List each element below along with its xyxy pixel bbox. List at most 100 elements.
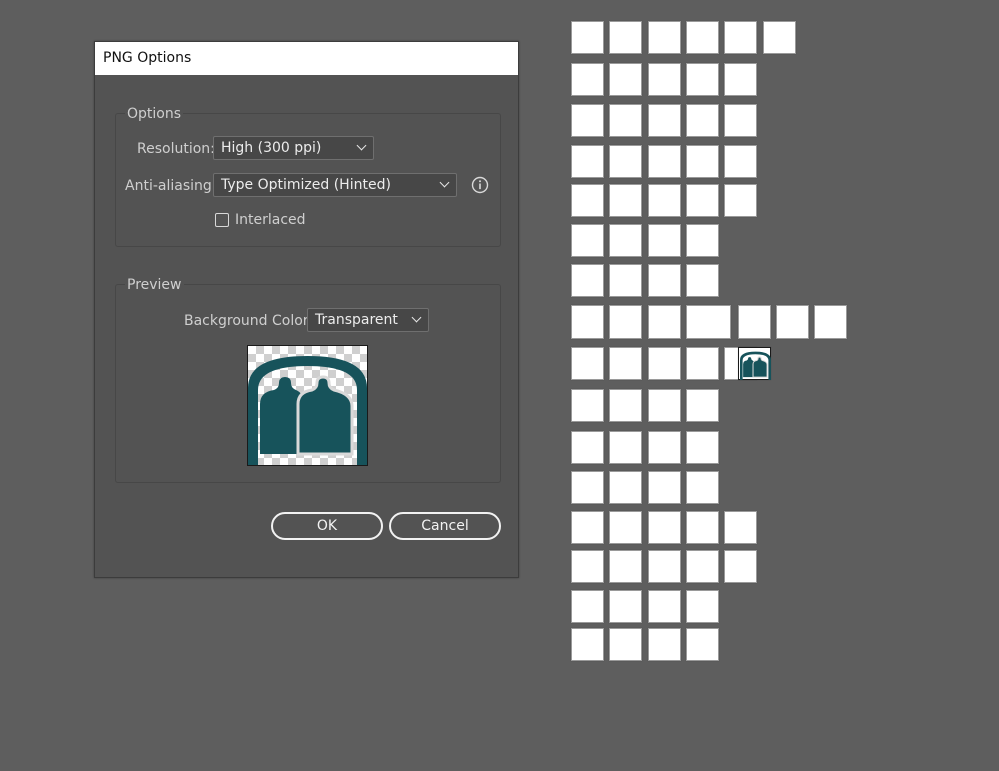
artboard-tile[interactable]	[571, 590, 604, 623]
background-color-select[interactable]: Transparent	[307, 308, 429, 332]
resolution-label: Resolution:	[137, 141, 215, 157]
artboard-tile[interactable]	[609, 63, 643, 96]
artboard-tile[interactable]	[609, 471, 643, 504]
figures-under-arch-icon	[740, 351, 771, 380]
artboard-tile[interactable]	[571, 389, 604, 422]
artboard-tile[interactable]	[724, 21, 758, 54]
background-color-value: Transparent	[315, 312, 398, 328]
chevron-down-icon	[356, 140, 367, 151]
artboard-tile[interactable]	[647, 347, 681, 380]
artboard-tile[interactable]	[685, 590, 719, 623]
artboard-tile[interactable]	[609, 145, 643, 178]
artboard-tile[interactable]	[609, 389, 643, 422]
resolution-value: High (300 ppi)	[221, 140, 322, 156]
chevron-down-icon	[439, 177, 450, 188]
artboard-tile[interactable]	[571, 184, 604, 217]
artboard-tile[interactable]	[724, 104, 758, 137]
artboard-tile[interactable]	[571, 305, 604, 339]
artboard-tile[interactable]	[685, 431, 719, 464]
chevron-down-icon	[411, 312, 422, 323]
artboard-tile[interactable]	[571, 63, 604, 96]
figures-under-arch-icon	[248, 356, 367, 465]
artboard-tile[interactable]	[724, 63, 758, 96]
artboard-tile[interactable]	[685, 21, 719, 54]
artboard-tile[interactable]	[776, 305, 809, 339]
artboard-tile[interactable]	[647, 264, 681, 297]
artwork-tile[interactable]	[738, 347, 771, 380]
artboard-tile[interactable]	[609, 347, 643, 380]
artboard-tile[interactable]	[647, 104, 681, 137]
artboard-tile[interactable]	[609, 511, 643, 544]
artboard-tile[interactable]	[571, 104, 604, 137]
cancel-button[interactable]: Cancel	[389, 512, 501, 540]
artboard-tile[interactable]	[647, 21, 681, 54]
artboard-tile[interactable]	[685, 628, 719, 661]
artboard-tile[interactable]	[647, 63, 681, 96]
artboard-tile[interactable]	[814, 305, 847, 339]
artboard-tile[interactable]	[685, 389, 719, 422]
artboard-tile[interactable]	[571, 264, 604, 297]
artboard-tile[interactable]	[609, 305, 642, 339]
ok-button[interactable]: OK	[271, 512, 383, 540]
interlaced-label[interactable]: Interlaced	[235, 211, 306, 229]
artboard-tile[interactable]	[724, 550, 758, 583]
artboard-tile[interactable]	[571, 224, 604, 257]
info-icon[interactable]	[471, 176, 489, 194]
artboard-tile[interactable]	[685, 63, 719, 96]
artboard-tile[interactable]	[571, 550, 604, 583]
artboard-tile[interactable]	[571, 628, 604, 661]
artboard-tile[interactable]	[609, 264, 643, 297]
artboard-tile[interactable]	[724, 184, 758, 217]
artboard-tile[interactable]	[647, 145, 681, 178]
artboard-tile[interactable]	[685, 184, 719, 217]
png-options-dialog: PNG Options Options Resolution: High (30…	[94, 41, 519, 578]
artboard-tile[interactable]	[685, 550, 719, 583]
artboard-tile[interactable]	[609, 550, 643, 583]
preview-group-title: Preview	[125, 277, 184, 293]
artboard-tile[interactable]	[609, 104, 643, 137]
artboard-tile[interactable]	[685, 224, 719, 257]
artboard-tile[interactable]	[724, 511, 758, 544]
artboard-tile[interactable]	[609, 184, 643, 217]
antialiasing-label: Anti-aliasing:	[125, 178, 217, 194]
artboard-tile[interactable]	[648, 305, 681, 339]
artboard-tile[interactable]	[609, 431, 643, 464]
artboard-tile[interactable]	[647, 389, 681, 422]
artboard-tile[interactable]	[647, 511, 681, 544]
artboard-tile[interactable]	[647, 590, 681, 623]
artboard-tile[interactable]	[647, 431, 681, 464]
interlaced-checkbox[interactable]	[215, 213, 229, 227]
background-color-label: Background Color:	[184, 313, 313, 329]
artboard-tile[interactable]	[571, 431, 604, 464]
artboard-tile[interactable]	[685, 511, 719, 544]
artboard-tile[interactable]	[762, 21, 796, 54]
artboard-tile[interactable]	[609, 628, 643, 661]
artboard-tile[interactable]	[724, 145, 758, 178]
antialiasing-select[interactable]: Type Optimized (Hinted)	[213, 173, 457, 197]
antialiasing-value: Type Optimized (Hinted)	[221, 177, 391, 193]
artboard-tile[interactable]	[647, 224, 681, 257]
artboard-tile[interactable]	[571, 21, 604, 54]
artboard-tile[interactable]	[571, 471, 604, 504]
artboard-tile[interactable]	[609, 590, 643, 623]
artboard-tile[interactable]	[685, 145, 719, 178]
artboard-tile[interactable]	[685, 104, 719, 137]
artboard-tile[interactable]	[571, 347, 604, 380]
preview-image	[247, 345, 368, 466]
dialog-title: PNG Options	[95, 42, 518, 75]
artboard-tile[interactable]	[685, 347, 719, 380]
artboard-tile[interactable]	[647, 184, 681, 217]
artboard-tile[interactable]	[647, 628, 681, 661]
artboard-tile[interactable]	[738, 305, 771, 339]
artboard-tile[interactable]	[609, 224, 643, 257]
artboard-tile[interactable]	[609, 21, 643, 54]
artboard-tile[interactable]	[571, 145, 604, 178]
resolution-select[interactable]: High (300 ppi)	[213, 136, 374, 160]
artboard-tile[interactable]	[685, 471, 719, 504]
artboard-tile[interactable]	[647, 471, 681, 504]
artboard-tile[interactable]	[686, 305, 731, 339]
artboard-tile[interactable]	[571, 511, 604, 544]
artboard-tile[interactable]	[685, 264, 719, 297]
artboard-tile[interactable]	[647, 550, 681, 583]
options-group-title: Options	[125, 106, 184, 122]
